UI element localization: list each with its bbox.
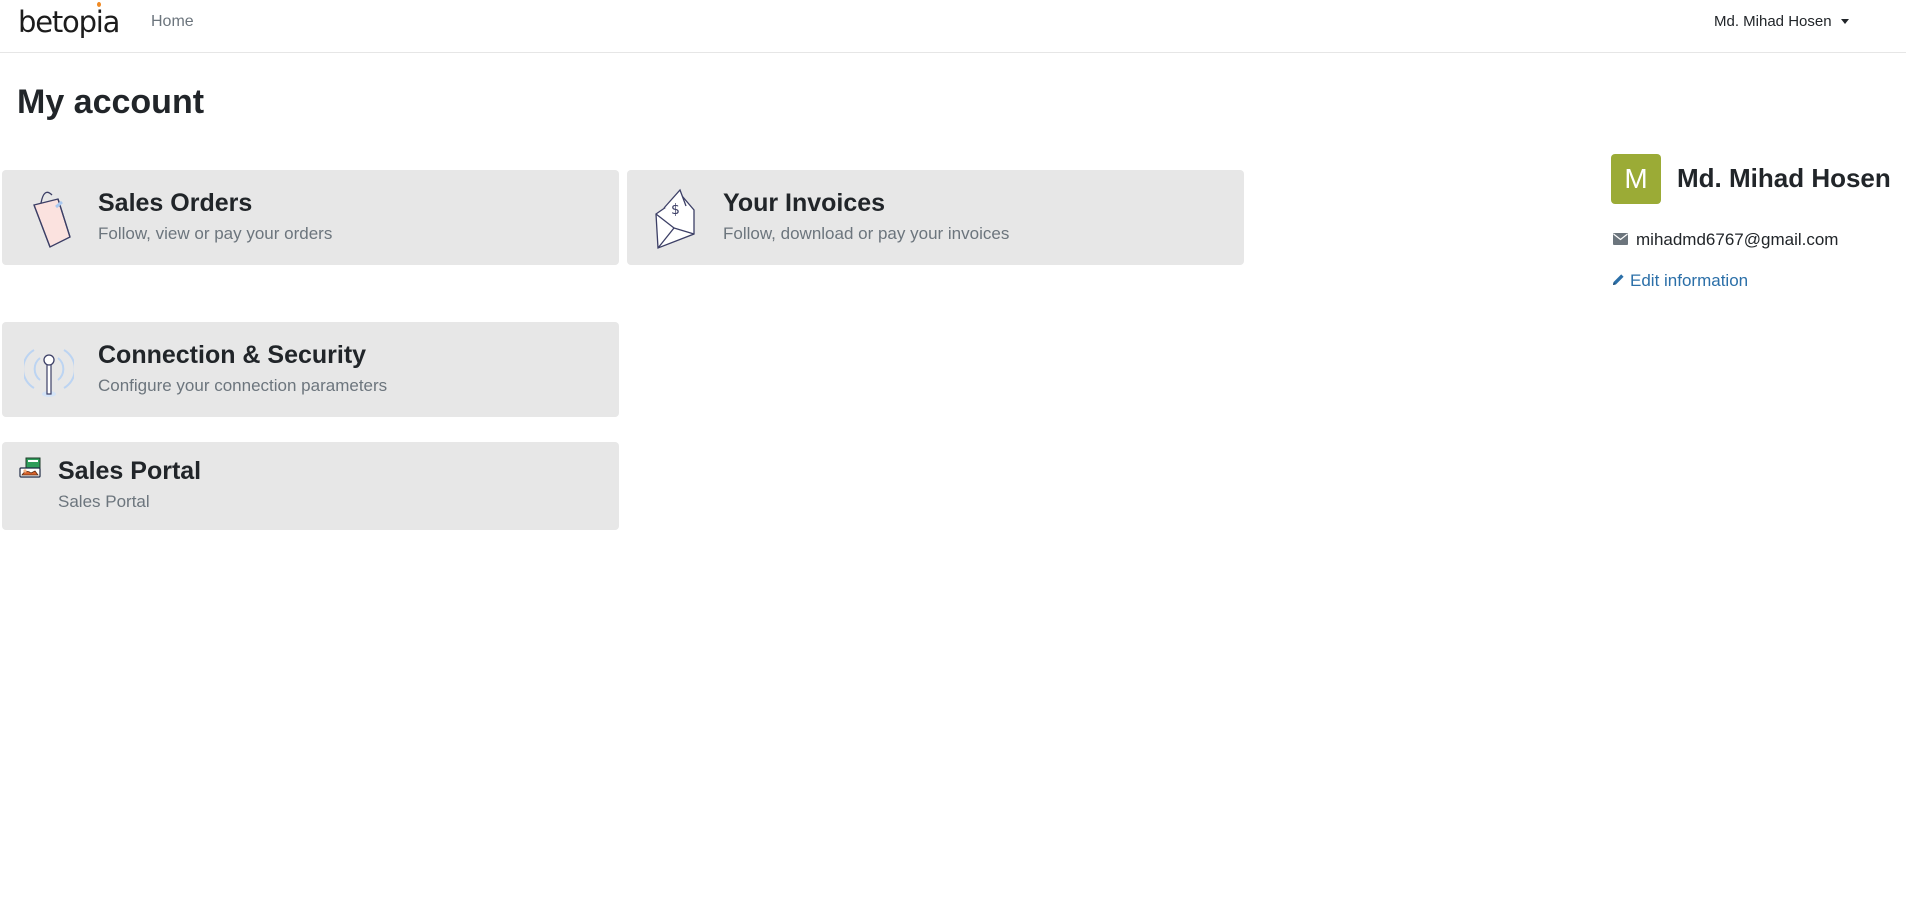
invoice-envelope-icon: $ [652, 184, 698, 255]
profile-email-text: mihadmd6767@gmail.com [1636, 230, 1839, 249]
card-subtitle: Follow, download or pay your invoices [723, 224, 1010, 243]
edit-information-link[interactable]: Edit information [1612, 270, 1748, 292]
nav-home-link[interactable]: Home [151, 12, 194, 32]
card-title: Connection & Security [98, 341, 367, 369]
svg-text:$: $ [671, 202, 680, 218]
user-menu-label: Md. Mihad Hosen [1714, 13, 1832, 30]
card-sales-portal[interactable]: Sales Portal Sales Portal [2, 442, 619, 530]
page-title: My account [17, 83, 205, 121]
card-title: Sales Orders [98, 189, 253, 217]
pencil-icon [1612, 270, 1625, 292]
caret-down-icon [1840, 18, 1849, 24]
card-title: Sales Portal [58, 457, 202, 485]
card-title: Your Invoices [723, 189, 886, 217]
sales-portal-icon [19, 457, 43, 486]
brand-text: betopia [18, 5, 120, 39]
brand-logo[interactable]: betopia [18, 2, 120, 42]
edit-information-label: Edit information [1630, 271, 1749, 290]
brand-logo-accent [97, 2, 101, 7]
card-subtitle: Sales Portal [58, 492, 150, 511]
user-menu-dropdown[interactable]: Md. Mihad Hosen [1714, 13, 1849, 31]
top-navbar: betopia Home Md. Mihad Hosen [0, 0, 1906, 53]
envelope-icon [1613, 229, 1628, 251]
profile-name: Md. Mihad Hosen [1677, 163, 1891, 193]
card-sales-orders[interactable]: Sales Orders Follow, view or pay your or… [2, 170, 619, 265]
antenna-icon [22, 338, 76, 407]
profile-email: mihadmd6767@gmail.com [1613, 229, 1838, 251]
card-your-invoices[interactable]: $ Your Invoices Follow, download or pay … [627, 170, 1244, 265]
shopping-bag-icon [28, 185, 76, 254]
card-subtitle: Follow, view or pay your orders [98, 224, 333, 243]
avatar: M [1611, 154, 1661, 204]
card-subtitle: Configure your connection parameters [98, 376, 388, 395]
card-connection-security[interactable]: Connection & Security Configure your con… [2, 322, 619, 417]
